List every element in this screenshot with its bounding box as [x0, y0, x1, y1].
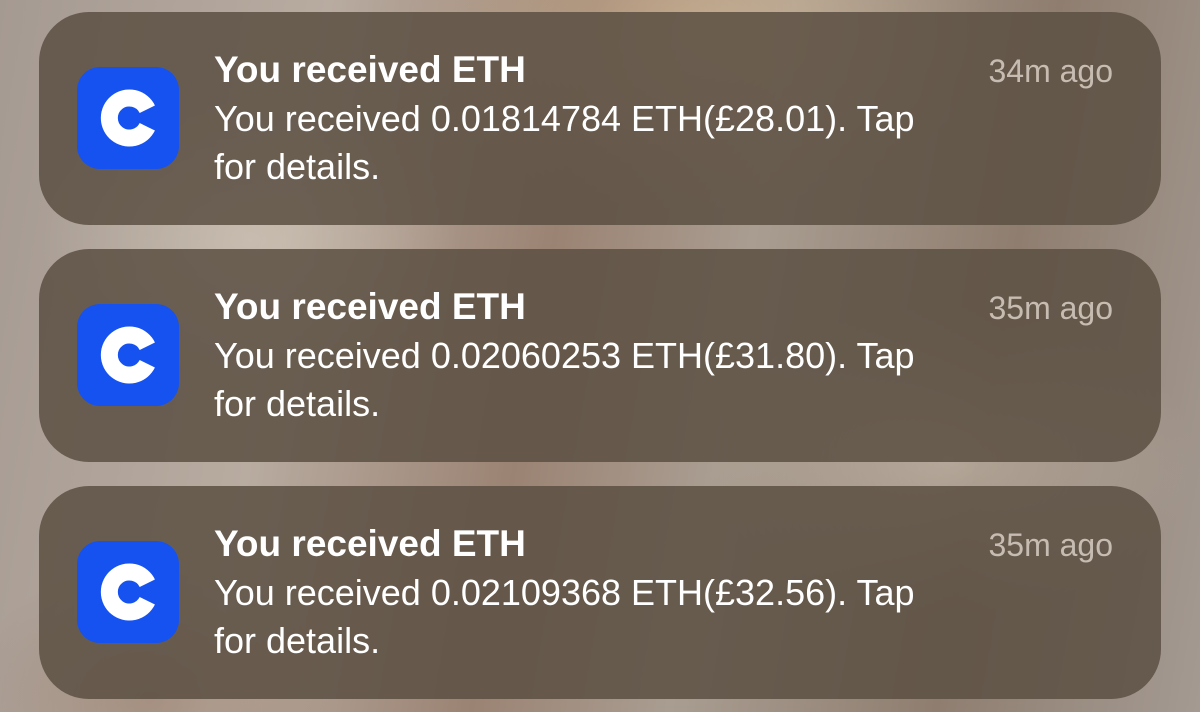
coinbase-app-icon — [77, 541, 179, 643]
notification-title: You received ETH — [214, 49, 526, 90]
coinbase-c-icon — [100, 89, 155, 147]
notification-card[interactable]: You received ETH 35m ago You received 0.… — [39, 249, 1161, 462]
notification-title: You received ETH — [214, 286, 526, 327]
notification-time: 34m ago — [988, 53, 1113, 89]
notification-time: 35m ago — [988, 290, 1113, 326]
notification-title: You received ETH — [214, 523, 526, 564]
notification-card[interactable]: You received ETH 35m ago You received 0.… — [39, 486, 1161, 699]
notification-body: You received 0.01814784 ETH(£28.01). Tap… — [214, 95, 1064, 191]
notification-body-line: You received 0.02109368 ETH(£32.56). Tap — [214, 572, 915, 613]
notification-body: You received 0.02060253 ETH(£31.80). Tap… — [214, 332, 1064, 428]
notification-card[interactable]: You received ETH 34m ago You received 0.… — [39, 12, 1161, 225]
coinbase-app-icon — [77, 304, 179, 406]
notification-body-line: You received 0.02060253 ETH(£31.80). Tap — [214, 335, 915, 376]
notification-time: 35m ago — [988, 527, 1113, 563]
coinbase-c-icon — [100, 563, 155, 621]
notification-body-line: for details. — [214, 146, 381, 187]
notification-body-line: for details. — [214, 383, 381, 424]
notification-body-line: for details. — [214, 620, 381, 661]
coinbase-app-icon — [77, 67, 179, 169]
notification-body: You received 0.02109368 ETH(£32.56). Tap… — [214, 569, 1064, 665]
notification-stack: You received ETH 34m ago You received 0.… — [0, 0, 1200, 712]
coinbase-c-icon — [100, 326, 155, 384]
notification-body-line: You received 0.01814784 ETH(£28.01). Tap — [214, 98, 915, 139]
